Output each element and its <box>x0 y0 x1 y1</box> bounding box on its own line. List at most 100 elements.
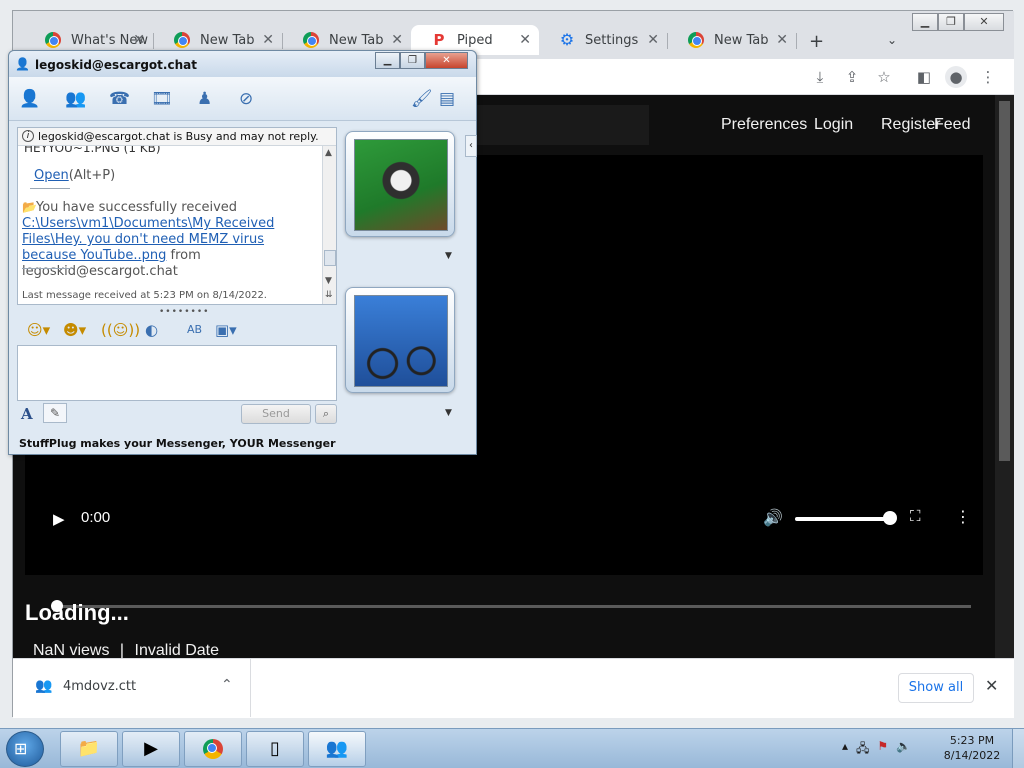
window-controls: ▁ ❐ ✕ <box>912 13 1004 31</box>
voice-clip-icon[interactable]: ◐ <box>145 321 158 339</box>
search-icon[interactable]: ⌕ <box>315 404 337 424</box>
invite-contact-icon[interactable]: 👤 <box>19 89 40 109</box>
tab-label: New Tab <box>200 32 255 48</box>
clock-date: 8/14/2022 <box>943 749 1001 762</box>
tab-settings[interactable]: ⚙ Settings ✕ <box>539 25 667 55</box>
play-icon[interactable]: ▶ <box>53 510 65 528</box>
tab-close-icon[interactable]: ✕ <box>391 32 403 48</box>
scroll-up-icon[interactable]: ▲ <box>325 148 332 158</box>
volume-slider-knob[interactable] <box>883 511 897 525</box>
side-panel-icon[interactable]: ◧ <box>913 66 935 88</box>
collapse-pictures-icon[interactable]: ‹ <box>465 135 477 157</box>
close-shelf-icon[interactable]: ✕ <box>985 676 998 695</box>
action-center-icon[interactable]: ⚑ <box>877 739 888 760</box>
contact-display-picture[interactable] <box>345 131 455 237</box>
chrome-icon <box>688 32 704 48</box>
font-icon[interactable]: A <box>21 405 33 423</box>
nav-register[interactable]: Register <box>881 116 941 134</box>
emoticon-icon[interactable]: ☺▾ <box>27 321 50 339</box>
stuffplug-banner[interactable]: StuffPlug makes your Messenger, YOUR Mes… <box>19 437 336 450</box>
open-file-link[interactable]: Open <box>34 168 69 183</box>
install-app-icon[interactable]: ⤓ <box>809 66 831 88</box>
messenger-buddy-icon: 👤 <box>15 57 30 71</box>
scroll-down-icon[interactable]: ▼ <box>325 276 332 286</box>
maximize-button[interactable]: ❐ <box>938 13 964 31</box>
splitter-grip[interactable]: •••••••• <box>159 307 209 317</box>
tab-new-tab-3[interactable]: New Tab ✕ <box>668 25 796 55</box>
block-contact-icon[interactable]: ⊘ <box>239 89 253 109</box>
tab-close-icon[interactable]: ✕ <box>647 32 659 48</box>
messenger-contacts-icon: 👥 <box>35 678 53 694</box>
chrome-icon <box>303 32 319 48</box>
profile-avatar-icon[interactable]: ● <box>945 66 967 88</box>
open-file-row: Open(Alt+P) <box>34 168 115 183</box>
download-shelf: 👥 4mdovz.ctt ⌃ Show all ✕ <box>13 658 1014 718</box>
menu-dropdown-icon[interactable]: ▤ <box>439 89 455 109</box>
seek-bar[interactable] <box>55 605 971 608</box>
show-desktop-button[interactable] <box>1012 729 1024 768</box>
volume-icon[interactable]: 🔊 <box>763 508 783 527</box>
messenger-titlebar[interactable]: 👤 legoskid@escargot.chat ▁ ❐ ✕ <box>9 51 476 77</box>
page-scrollbar-thumb[interactable] <box>999 101 1010 461</box>
close-button[interactable]: ✕ <box>964 13 1004 31</box>
new-tab-button[interactable]: + <box>809 31 824 52</box>
clock-time: 5:23 PM <box>949 734 995 747</box>
motocross-picture <box>354 295 448 387</box>
clock[interactable]: 5:23 PM 8/14/2022 <box>942 733 1002 763</box>
tab-close-icon[interactable]: ✕ <box>776 32 788 48</box>
search-bar[interactable] <box>475 105 649 145</box>
menu-kebab-icon[interactable]: ⋮ <box>977 66 999 88</box>
volume-icon[interactable]: 🔈 <box>896 739 911 760</box>
video-icon[interactable]: 🎞 <box>151 89 173 109</box>
media-player-task[interactable]: ▶ <box>122 731 180 767</box>
message-compose-input[interactable] <box>17 345 337 401</box>
own-picture-menu-icon[interactable]: ▼ <box>445 408 452 418</box>
tab-search-chevron-icon[interactable]: ⌄ <box>887 33 897 47</box>
scroll-bottom-icon[interactable]: ⇊ <box>325 290 333 300</box>
background-picker-icon[interactable]: ▣▾ <box>215 321 237 339</box>
spellcheck-icon[interactable]: AB <box>187 323 202 336</box>
notepad-task[interactable]: ▯ <box>246 731 304 767</box>
share-icon[interactable]: ⇪ <box>841 66 863 88</box>
nudge-icon[interactable]: ((☺)) <box>101 321 140 339</box>
conversation-scrollbar[interactable]: ▲ ▼ ⇊ <box>322 146 336 304</box>
network-icon[interactable]: 🖧 <box>856 739 869 760</box>
send-button[interactable]: Send <box>241 404 311 424</box>
nav-preferences[interactable]: Preferences <box>721 116 807 134</box>
tab-label: Piped <box>457 32 493 48</box>
tab-close-icon[interactable]: ✕ <box>133 32 145 48</box>
fullscreen-icon[interactable]: ⛶ <box>910 507 921 525</box>
messenger-minimize-button[interactable]: ▁ <box>375 52 400 69</box>
call-icon[interactable]: ☎ <box>109 89 130 109</box>
theme-brush-icon[interactable]: 🖌 <box>411 89 433 109</box>
more-options-icon[interactable]: ⋮ <box>955 507 971 526</box>
minimize-button[interactable]: ▁ <box>912 13 938 31</box>
wink-icon[interactable]: ☻▾ <box>63 321 86 339</box>
media-player-icon: ▶ <box>144 738 158 759</box>
nav-login[interactable]: Login <box>814 116 853 134</box>
show-all-button[interactable]: Show all <box>898 673 974 703</box>
messenger-close-button[interactable]: ✕ <box>425 52 468 69</box>
bookmark-star-icon[interactable]: ☆ <box>873 66 895 88</box>
chrome-task[interactable] <box>184 731 242 767</box>
show-hidden-icons-icon[interactable]: ▴ <box>842 739 848 760</box>
windows-logo-icon: ⊞ <box>14 739 28 758</box>
share-files-icon[interactable]: 👥 <box>65 89 86 109</box>
messenger-task[interactable]: 👥 <box>308 731 366 767</box>
received-file-path-link[interactable]: C:\Users\vm1\Documents\My Received Files… <box>22 216 274 263</box>
explorer-task[interactable]: 📁 <box>60 731 118 767</box>
games-icon[interactable]: ♟ <box>197 89 212 109</box>
meta-separator: | <box>119 642 125 659</box>
download-item[interactable]: 👥 4mdovz.ctt ⌃ <box>13 659 251 717</box>
messenger-window-controls: ▁ ❐ ✕ <box>375 52 468 69</box>
tab-close-icon[interactable]: ✕ <box>262 32 274 48</box>
nav-feed[interactable]: Feed <box>934 116 970 134</box>
messenger-maximize-button[interactable]: ❐ <box>400 52 425 69</box>
tab-close-icon[interactable]: ✕ <box>519 32 531 48</box>
own-display-picture[interactable] <box>345 287 455 393</box>
volume-slider[interactable] <box>795 517 887 521</box>
contact-picture-menu-icon[interactable]: ▼ <box>445 251 452 261</box>
handwriting-pen-icon[interactable]: ✎ <box>43 403 67 423</box>
conversation-scroll-thumb[interactable] <box>324 250 336 266</box>
chevron-up-icon[interactable]: ⌃ <box>221 677 233 693</box>
